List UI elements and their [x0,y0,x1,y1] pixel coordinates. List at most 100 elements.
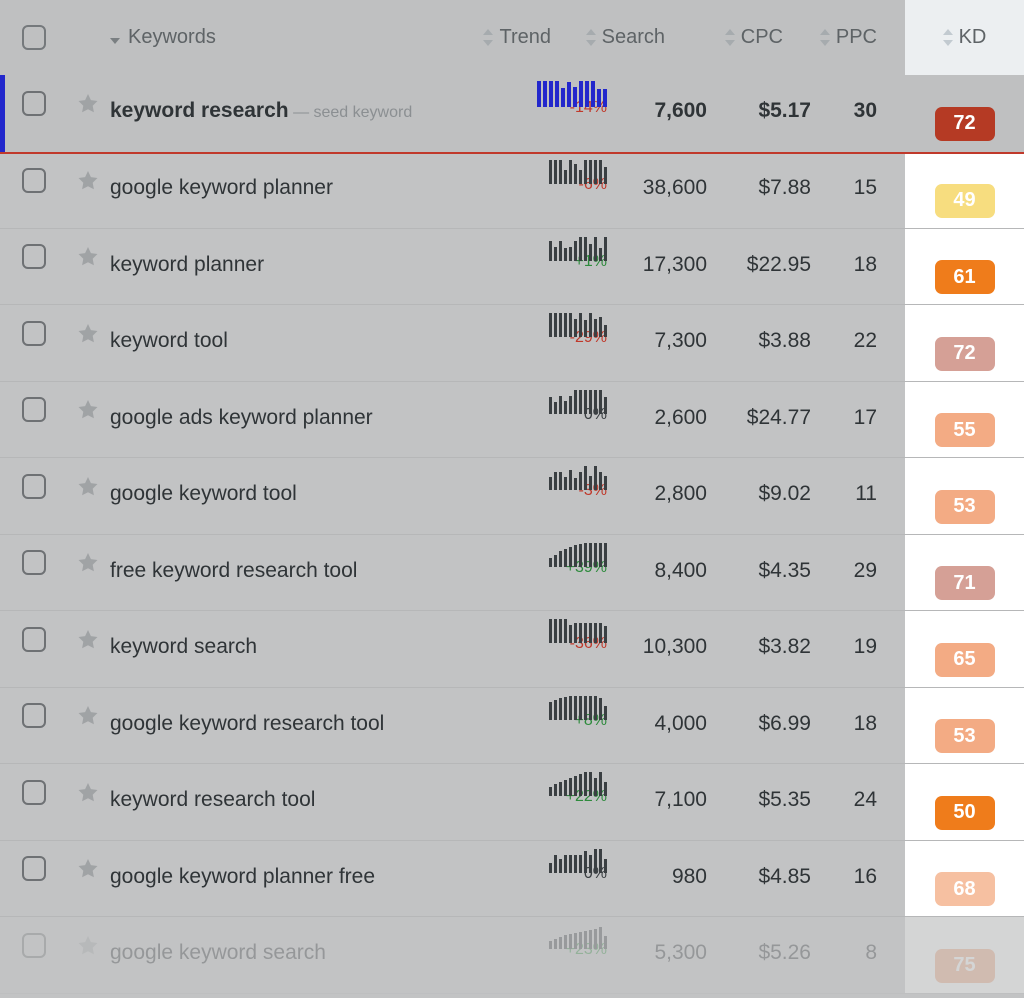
favorite-star-cell[interactable] [68,688,108,744]
trend-sparkline [549,307,607,337]
keyword-cell[interactable]: keyword research tool [108,764,505,811]
column-header-search[interactable]: Search [561,26,679,49]
keyword-cell[interactable]: google ads keyword planner [108,382,505,429]
trend-cell: +22% [505,764,617,805]
keyword-cell[interactable]: google keyword search [108,917,505,964]
table-row[interactable]: keyword research — seed keyword -14% 7,600… [0,75,1024,152]
row-checkbox[interactable] [22,90,46,116]
row-checkbox-cell[interactable] [0,75,68,131]
cpc-value: $3.88 [758,329,811,352]
table-row[interactable]: google keyword planner -6% 38,600 $7.88 15 49 [0,152,1024,229]
table-row[interactable]: free keyword research tool +39% 8,400 $4.35… [0,534,1024,611]
star-icon[interactable] [78,782,98,802]
select-all-checkbox[interactable] [22,25,46,50]
favorite-star-cell[interactable] [68,611,108,667]
row-checkbox[interactable] [22,856,46,881]
favorite-star-cell[interactable] [68,152,108,208]
table-row[interactable]: google keyword tool -3% 2,800 $9.02 11 53 [0,458,1024,535]
cpc-cell: $9.02 [721,458,825,505]
cpc-value: $3.82 [758,635,811,658]
favorite-star-cell[interactable] [68,764,108,820]
column-header-cpc-label: CPC [740,26,783,48]
star-icon[interactable] [78,247,98,266]
cpc-cell: $24.77 [721,382,825,429]
table-row[interactable]: keyword planner +1% 17,300 $22.95 18 61 [0,228,1024,305]
star-icon[interactable] [78,629,98,649]
keyword-cell[interactable]: keyword planner [108,229,505,276]
row-checkbox-cell[interactable] [0,458,68,514]
row-checkbox[interactable] [22,626,46,652]
star-icon[interactable] [78,93,98,113]
column-header-trend[interactable]: Trend [439,26,561,49]
search-volume-cell: 5,300 [617,917,721,964]
keyword-cell[interactable]: google keyword planner free [108,841,505,888]
table-row[interactable]: keyword research tool +22% 7,100 $5.35 24 50 [0,764,1024,841]
row-checkbox[interactable] [22,397,46,422]
trend-sparkline [549,154,607,184]
ppc-value: 17 [853,405,877,429]
keyword-cell[interactable]: keyword tool [108,305,505,352]
table-row[interactable]: google ads keyword planner 0% 2,600 $24.77 1… [0,381,1024,458]
row-checkbox[interactable] [22,473,46,499]
row-checkbox-cell[interactable] [0,688,68,744]
star-icon[interactable] [78,706,98,725]
keyword-text: google keyword planner free [110,864,376,888]
table-row[interactable]: google keyword search +23% 5,300 $5.26 8 75 [0,917,1024,994]
row-checkbox-cell[interactable] [0,917,68,973]
keywords-table: Keywords Trend Search CPC PPC KD keyword… [0,0,1024,998]
keyword-cell[interactable]: free keyword research tool [108,535,505,582]
ppc-cell: 11 [825,458,905,505]
ppc-value: 29 [853,558,877,582]
favorite-star-cell[interactable] [68,382,108,438]
favorite-star-cell[interactable] [68,75,108,131]
favorite-star-cell[interactable] [68,458,108,514]
column-header-kd[interactable]: KD [905,26,1024,49]
keyword-cell[interactable]: keyword research — seed keyword [108,75,505,122]
row-checkbox-cell[interactable] [0,152,68,208]
keyword-cell[interactable]: google keyword research tool [108,688,505,735]
table-row[interactable]: google keyword research tool +8% 4,000 $6.9… [0,687,1024,764]
row-checkbox[interactable] [22,167,46,193]
row-checkbox-cell[interactable] [0,535,68,591]
star-icon[interactable] [78,476,98,496]
ppc-cell: 29 [825,535,905,582]
favorite-star-cell[interactable] [68,917,108,973]
column-header-cpc[interactable]: CPC [679,26,797,49]
row-checkbox[interactable] [22,550,46,575]
row-checkbox-cell[interactable] [0,305,68,361]
row-checkbox-cell[interactable] [0,382,68,438]
star-icon[interactable] [78,170,98,190]
row-checkbox[interactable] [22,244,46,269]
row-checkbox-cell[interactable] [0,229,68,285]
star-icon[interactable] [78,935,98,955]
star-icon[interactable] [78,400,98,419]
column-header-ppc[interactable]: PPC [797,26,905,49]
table-row[interactable]: google keyword planner free 0% 980 $4.85 16 6… [0,840,1024,917]
search-volume-cell: 7,600 [617,75,721,122]
table-row[interactable]: keyword tool -29% 7,300 $3.88 22 72 [0,305,1024,382]
row-checkbox[interactable] [22,932,46,958]
row-checkbox-cell[interactable] [0,764,68,820]
star-icon[interactable] [78,553,98,572]
keyword-cell[interactable]: keyword search [108,611,505,658]
favorite-star-cell[interactable] [68,229,108,285]
column-header-keywords[interactable]: Keywords [108,26,439,49]
table-row[interactable]: keyword search -36% 10,300 $3.82 19 65 [0,611,1024,688]
star-icon[interactable] [78,323,98,343]
star-icon[interactable] [78,859,98,878]
row-checkbox[interactable] [22,320,46,346]
kd-badge: 55 [934,413,995,447]
row-checkbox[interactable] [22,779,46,805]
ppc-value: 15 [853,176,877,199]
favorite-star-cell[interactable] [68,535,108,591]
favorite-star-cell[interactable] [68,841,108,897]
keyword-cell[interactable]: google keyword tool [108,458,505,505]
keyword-cell[interactable]: google keyword planner [108,152,505,199]
row-checkbox-cell[interactable] [0,841,68,897]
sort-updown-icon [585,29,596,46]
row-checkbox-cell[interactable] [0,611,68,667]
favorite-star-cell[interactable] [68,305,108,361]
kd-badge: 75 [934,948,995,983]
row-checkbox[interactable] [22,703,46,728]
select-all-checkbox-cell[interactable] [0,25,68,50]
